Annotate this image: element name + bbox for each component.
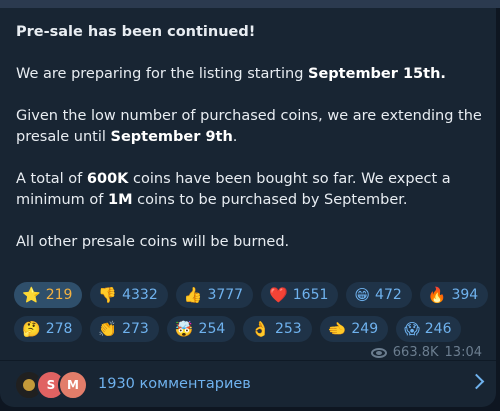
text-span: We are preparing for the listing startin…: [16, 66, 309, 82]
reaction-count: 254: [198, 321, 226, 337]
reaction-count: 253: [274, 321, 302, 337]
avatar-image-icon: [23, 379, 35, 391]
heart-icon: ❤️: [269, 285, 288, 304]
reaction-scream[interactable]: 😱 246: [396, 316, 462, 342]
reaction-fire[interactable]: 🔥 394: [419, 282, 489, 308]
reaction-count: 273: [122, 321, 149, 337]
avatar: M: [58, 370, 88, 400]
chevron-right-icon: [468, 373, 485, 390]
message-time: 13:04: [444, 345, 482, 360]
reaction-count: 278: [45, 321, 73, 337]
comments-label: 1930 комментариев: [98, 376, 251, 392]
reaction-grin[interactable]: 😁 472: [346, 282, 412, 308]
paragraph-listing: We are preparing for the listing startin…: [16, 64, 486, 85]
reactions-row-1: ⭐ 219 👎 4332 👍 3777 ❤️ 1651 😁 472 🔥 394: [14, 282, 489, 308]
paragraph-total: A total of 600K coins have been bought s…: [16, 169, 486, 211]
exploding-head-icon: 🤯: [174, 319, 194, 338]
view-count: 663.8K: [392, 345, 439, 360]
bold-amount: 1M: [108, 192, 133, 208]
thumbs-down-icon: 👎: [98, 285, 118, 304]
reaction-count: 4332: [122, 287, 158, 303]
message-bubble: Pre-sale has been continued! We are prep…: [0, 8, 496, 407]
text-span: .: [232, 129, 238, 145]
reaction-count: 3777: [207, 287, 244, 303]
thinking-face-icon: 🤔: [22, 319, 41, 338]
pointing-hand-icon: 🫲: [327, 319, 347, 338]
reaction-count: 219: [45, 287, 73, 303]
reaction-thumbs-up[interactable]: 👍 3777: [175, 282, 254, 308]
reaction-exploding-head[interactable]: 🤯 254: [166, 316, 236, 342]
reaction-pointing-hand[interactable]: 🫲 249: [319, 316, 389, 342]
reaction-star[interactable]: ⭐ 219: [14, 282, 83, 308]
ok-hand-icon: 👌: [251, 319, 270, 338]
reaction-count: 472: [375, 287, 402, 303]
reaction-count: 246: [424, 321, 452, 337]
commenter-avatars: S M: [14, 369, 96, 400]
reaction-thinking[interactable]: 🤔 278: [14, 316, 83, 342]
reactions-bar: ⭐ 219 👎 4332 👍 3777 ❤️ 1651 😁 472 🔥 394 🤔 278 👏…: [14, 282, 489, 350]
reactions-row-2: 🤔 278 👏 273 🤯 254 👌 253 🫲 249 😱 246: [14, 316, 484, 342]
message-text: Pre-sale has been continued! We are prep…: [16, 22, 486, 274]
text-span: A total of: [16, 171, 87, 187]
top-strip: [0, 0, 500, 8]
clapping-hands-icon: 👏: [98, 319, 118, 338]
reaction-count: 394: [451, 287, 479, 303]
bold-date: September 9th: [110, 129, 233, 145]
paragraph-extension: Given the low number of purchased coins,…: [16, 106, 486, 148]
eye-icon: [370, 347, 387, 358]
bold-amount: 600K: [86, 171, 129, 187]
fire-icon: 🔥: [427, 285, 447, 304]
message-meta: 663.8K 13:04: [370, 345, 482, 360]
text-span: coins to be purchased by September.: [132, 192, 408, 208]
bold-date: September 15th.: [308, 66, 446, 82]
star-icon: ⭐: [22, 285, 41, 304]
reaction-count: 1651: [292, 287, 329, 303]
text-span: Given the low number of purchased coins,…: [16, 108, 482, 145]
message-title: Pre-sale has been continued!: [16, 24, 256, 40]
reaction-heart[interactable]: ❤️ 1651: [261, 282, 339, 308]
reaction-clap[interactable]: 👏 273: [90, 316, 159, 342]
reaction-ok-hand[interactable]: 👌 253: [243, 316, 312, 342]
grin-icon: 😁: [354, 285, 371, 304]
thumbs-up-icon: 👍: [183, 285, 203, 304]
comments-button[interactable]: S M 1930 комментариев: [0, 361, 496, 407]
reaction-thumbs-down[interactable]: 👎 4332: [90, 282, 168, 308]
paragraph-burn: All other presale coins will be burned.: [16, 234, 290, 250]
reaction-count: 249: [351, 321, 379, 337]
screaming-face-icon: 😱: [404, 319, 420, 338]
